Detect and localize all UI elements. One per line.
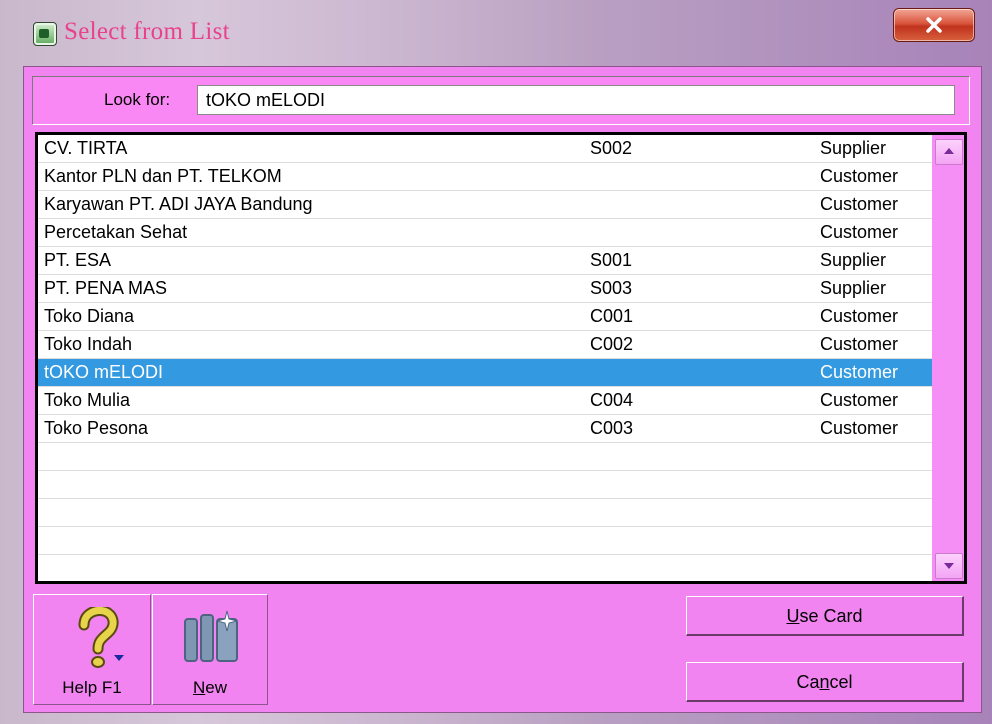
results-list[interactable]: CV. TIRTA S002 Supplier Kantor PLN dan PT. … (38, 135, 932, 581)
arrow-up-icon (944, 148, 954, 154)
arrow-down-icon (944, 563, 954, 569)
list-item-name: Toko Indah (44, 334, 133, 354)
list-item-type: Customer (820, 418, 899, 438)
list-item-type: Customer (820, 222, 899, 242)
scroll-up-button[interactable] (935, 139, 963, 165)
list-item-code: C003 (590, 418, 634, 438)
list-item-name: Toko Diana (44, 306, 135, 326)
new-button[interactable]: New (152, 594, 268, 705)
list-item[interactable]: PT. PENA MAS S003 Supplier (38, 275, 932, 303)
cancel-button[interactable]: Cancel (686, 662, 964, 702)
use-card-button[interactable]: Use Card (686, 596, 964, 636)
list-item-name: PT. PENA MAS (44, 278, 168, 298)
list-item-type: Customer (820, 334, 899, 354)
list-item-code: S003 (590, 278, 633, 298)
list-item-code: S002 (590, 138, 633, 158)
list-item-code: C001 (590, 306, 634, 326)
list-item[interactable]: Karyawan PT. ADI JAYA Bandung Customer (38, 191, 932, 219)
help-button[interactable]: Help F1 (33, 594, 151, 705)
list-item-type: Customer (820, 362, 899, 382)
help-question-icon (78, 607, 124, 668)
list-item[interactable]: PT. ESA S001 Supplier (38, 247, 932, 275)
list-item-name: Percetakan Sehat (44, 222, 188, 242)
list-item-type: Supplier (820, 250, 887, 270)
list-item[interactable]: Kantor PLN dan PT. TELKOM Customer (38, 163, 932, 191)
use-card-mnemonic: U (786, 606, 800, 626)
list-item-type: Customer (820, 306, 899, 326)
close-icon (926, 17, 942, 33)
list-item[interactable]: CV. TIRTA S002 Supplier (38, 135, 932, 163)
list-item-name: Kantor PLN dan PT. TELKOM (44, 166, 282, 186)
use-card-label-rest: se Card (799, 606, 863, 626)
list-item-name: CV. TIRTA (44, 138, 128, 158)
list-item[interactable] (38, 527, 932, 555)
list-item[interactable]: tOKO mELODI Customer (38, 359, 932, 387)
new-label-rest: ew (205, 678, 227, 697)
title-bar[interactable]: Select from List (0, 0, 992, 66)
list-item[interactable]: Toko Mulia C004 Customer (38, 387, 932, 415)
list-item-code: C004 (590, 390, 634, 410)
new-label: New (153, 678, 267, 698)
list-item-name: tOKO mELODI (44, 362, 164, 382)
look-for-label: Look for: (104, 90, 171, 109)
list-item[interactable] (38, 555, 932, 581)
list-item[interactable]: Toko Indah C002 Customer (38, 331, 932, 359)
scroll-down-button[interactable] (935, 553, 963, 579)
list-item[interactable] (38, 443, 932, 471)
list-item-code: C002 (590, 334, 634, 354)
cancel-label-post: cel (829, 672, 853, 692)
new-card-icon (184, 610, 238, 662)
list-item-name: Toko Pesona (44, 418, 149, 438)
list-item-type: Customer (820, 166, 899, 186)
cancel-mnemonic: n (819, 672, 830, 692)
list-item[interactable] (38, 499, 932, 527)
list-item[interactable]: Percetakan Sehat Customer (38, 219, 932, 247)
list-item[interactable]: Toko Pesona C003 Customer (38, 415, 932, 443)
list-item-name: Karyawan PT. ADI JAYA Bandung (44, 194, 313, 214)
close-button[interactable] (893, 8, 975, 42)
list-item-name: PT. ESA (44, 250, 112, 270)
list-item-code: S001 (590, 250, 633, 270)
app-icon (33, 22, 57, 46)
list-item-type: Supplier (820, 278, 887, 298)
list-item-name: Toko Mulia (44, 390, 131, 410)
list-item-type: Customer (820, 390, 899, 410)
new-label-mnemonic: N (192, 678, 206, 697)
window-title: Select from List (64, 18, 230, 45)
list-item-type: Customer (820, 194, 899, 214)
vertical-scrollbar[interactable] (932, 135, 964, 581)
look-for-input[interactable] (197, 85, 955, 115)
list-item-type: Supplier (820, 138, 887, 158)
list-item[interactable]: Toko Diana C001 Customer (38, 303, 932, 331)
help-label: Help F1 (62, 678, 122, 697)
cancel-label-pre: Ca (796, 672, 820, 692)
list-item[interactable] (38, 471, 932, 499)
